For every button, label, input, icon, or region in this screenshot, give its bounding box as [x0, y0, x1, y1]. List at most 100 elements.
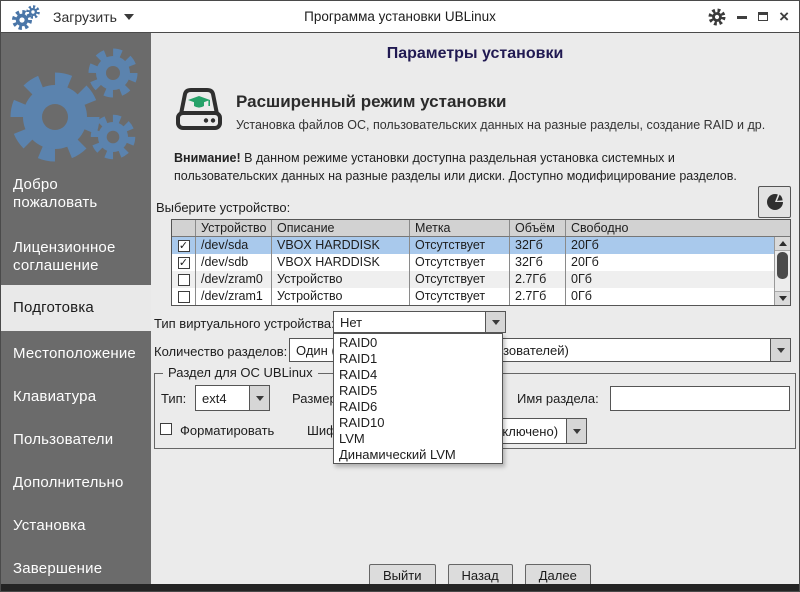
chevron-down-icon [256, 396, 264, 401]
cell-free: 0Гб [566, 271, 790, 288]
sidebar-item-preparation[interactable]: Подготовка [1, 285, 151, 331]
cell-free: 20Гб [566, 254, 790, 271]
cell-size: 2.7Гб [510, 288, 566, 305]
cell-label: Отсутствует [410, 254, 510, 271]
fs-type-value: ext4 [196, 386, 249, 410]
dropdown-option[interactable]: RAID0 [334, 335, 502, 351]
sidebar-item-finish[interactable]: Завершение [13, 560, 131, 578]
dropdown-option[interactable]: Динамический LVM [334, 447, 502, 463]
dropdown-option[interactable]: LVM [334, 431, 502, 447]
cell-label: Отсутствует [410, 288, 510, 305]
table-row[interactable]: /dev/zram0 Устройство Отсутствует 2.7Гб … [172, 271, 790, 288]
sidebar-gears-logo [1, 41, 151, 171]
dropdown-option[interactable]: RAID10 [334, 415, 502, 431]
fieldset-legend: Раздел для ОС UBLinux [163, 365, 318, 380]
installer-window: Программа установки UBLinux Загрузить [0, 0, 800, 592]
cell-label: Отсутствует [410, 271, 510, 288]
header-free: Свободно [566, 220, 790, 236]
exit-button[interactable]: Выйти [369, 564, 436, 584]
sidebar-item-users[interactable]: Пользователи [13, 431, 131, 449]
header-label: Метка [410, 220, 510, 236]
wizard-buttons: Выйти Назад Далее [369, 564, 591, 584]
device-section-label: Выберите устройство: [156, 200, 290, 215]
sidebar-item-welcome[interactable]: Добро пожаловать [13, 176, 131, 211]
fs-type-combobox[interactable]: ext4 [195, 385, 270, 411]
pie-chart-icon [765, 192, 785, 212]
cell-device: /dev/sda [196, 237, 272, 254]
cell-free: 0Гб [566, 288, 790, 305]
type-label: Тип: [161, 391, 186, 406]
mode-title: Расширенный режим установки [236, 92, 506, 112]
app-logo-gears-icon [11, 3, 41, 31]
cell-device: /dev/zram0 [196, 271, 272, 288]
cell-description: Устройство [272, 271, 410, 288]
sidebar-item-location[interactable]: Местоположение [13, 345, 131, 363]
partition-name-label: Имя раздела: [517, 391, 599, 406]
cell-size: 32Гб [510, 254, 566, 271]
titlebar: Программа установки UBLinux Загрузить [1, 1, 799, 33]
virtual-device-combobox[interactable]: Нет [333, 311, 506, 333]
chevron-down-icon [777, 348, 785, 353]
cell-device: /dev/sdb [196, 254, 272, 271]
header-description: Описание [272, 220, 410, 236]
row-checkbox[interactable] [178, 291, 190, 303]
sidebar: Добро пожаловать Лицензионное соглашение… [1, 33, 151, 584]
chevron-down-icon [124, 14, 134, 20]
close-icon[interactable]: × [779, 10, 789, 24]
back-button[interactable]: Назад [448, 564, 513, 584]
next-button[interactable]: Далее [525, 564, 591, 584]
chevron-down-icon [492, 320, 500, 325]
mode-description: Установка файлов ОС, пользовательских да… [236, 118, 765, 132]
format-label: Форматировать [180, 423, 274, 438]
dropdown-option[interactable]: RAID5 [334, 383, 502, 399]
cell-description: VBOX HARDDISK [272, 237, 410, 254]
disk-usage-button[interactable] [758, 186, 791, 218]
sidebar-item-install[interactable]: Установка [13, 517, 131, 535]
bottom-accent-bar [1, 584, 799, 591]
load-button-label: Загрузить [53, 9, 117, 25]
dropdown-option[interactable]: RAID4 [334, 367, 502, 383]
virtual-device-value: Нет [334, 312, 485, 332]
table-row[interactable]: ✓ /dev/sdb VBOX HARDDISK Отсутствует 32Г… [172, 254, 790, 271]
chevron-down-icon [573, 429, 581, 434]
cell-label: Отсутствует [410, 237, 510, 254]
partition-count-label: Количество разделов: [154, 344, 287, 359]
row-checkbox[interactable] [178, 274, 190, 286]
table-scrollbar[interactable] [774, 237, 790, 305]
warning-bold: Внимание! [174, 151, 241, 165]
cell-size: 32Гб [510, 237, 566, 254]
advanced-mode-drive-icon [173, 87, 225, 133]
cell-description: VBOX HARDDISK [272, 254, 410, 271]
partition-name-input[interactable] [610, 386, 790, 411]
device-table-header: Устройство Описание Метка Объём Свободно [172, 220, 790, 237]
cell-size: 2.7Гб [510, 271, 566, 288]
main-content: Параметры установки Расширенный режим ус… [151, 33, 799, 584]
load-button[interactable]: Загрузить [53, 9, 134, 25]
format-checkbox[interactable] [160, 423, 172, 435]
row-checkbox[interactable]: ✓ [178, 257, 190, 269]
table-row[interactable]: /dev/zram1 Устройство Отсутствует 2.7Гб … [172, 288, 790, 305]
virtual-device-label: Тип виртуального устройства: [154, 316, 335, 331]
sidebar-item-license[interactable]: Лицензионное соглашение [13, 239, 131, 274]
table-row[interactable]: ✓ /dev/sda VBOX HARDDISK Отсутствует 32Г… [172, 237, 790, 254]
device-table: Устройство Описание Метка Объём Свободно… [171, 219, 791, 306]
row-checkbox[interactable]: ✓ [178, 240, 190, 252]
virtual-device-dropdown-list: RAID0 RAID1 RAID4 RAID5 RAID6 RAID10 LVM… [333, 333, 503, 464]
cell-device: /dev/zram1 [196, 288, 272, 305]
sidebar-item-keyboard[interactable]: Клавиатура [13, 388, 131, 406]
settings-gear-icon[interactable] [708, 8, 726, 26]
sidebar-item-additional[interactable]: Дополнительно [13, 474, 131, 492]
scrollbar-thumb[interactable] [777, 252, 788, 279]
page-title: Параметры установки [151, 45, 799, 63]
header-device: Устройство [196, 220, 272, 236]
scroll-down-icon[interactable] [775, 291, 790, 305]
header-checkbox-cell [172, 220, 196, 236]
maximize-icon[interactable] [758, 12, 768, 21]
header-size: Объём [510, 220, 566, 236]
cell-free: 20Гб [566, 237, 790, 254]
minimize-icon[interactable] [737, 16, 747, 19]
warning-text: Внимание! В данном режиме установки дост… [174, 150, 766, 185]
dropdown-option[interactable]: RAID6 [334, 399, 502, 415]
scroll-up-icon[interactable] [775, 237, 790, 251]
dropdown-option[interactable]: RAID1 [334, 351, 502, 367]
